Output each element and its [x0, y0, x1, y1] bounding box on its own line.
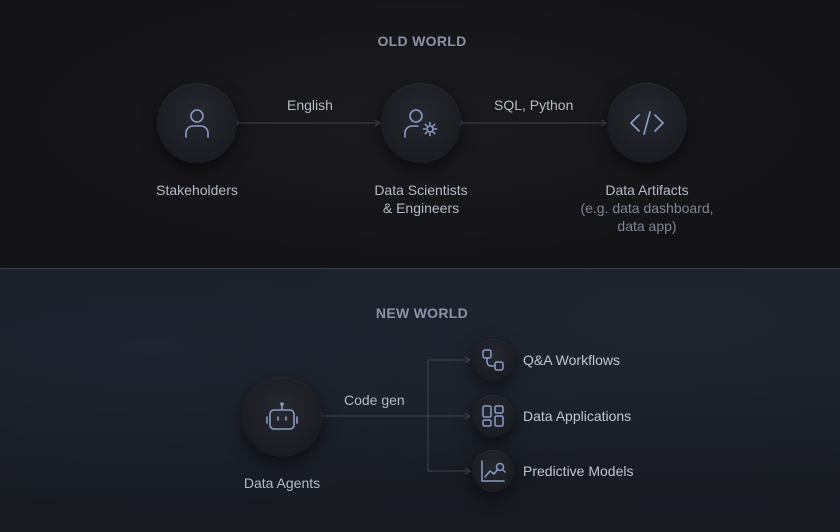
edge-label-english: English — [287, 97, 333, 113]
data-agents-node — [242, 377, 322, 457]
data-agents-label: Data Agents — [243, 475, 321, 491]
data-applications-label: Data Applications — [523, 408, 632, 424]
data-artifacts-label: Data Artifacts (e.g. data dashboard, dat… — [557, 181, 737, 235]
old-world-title: OLD WORLD — [377, 33, 467, 49]
data-scientists-label: Data Scientists & Engineers — [341, 181, 501, 217]
predictive-models-label: Predictive Models — [523, 463, 634, 479]
data-artifacts-node — [607, 83, 687, 163]
edge-label-code-gen: Code gen — [344, 392, 405, 408]
qa-workflows-node — [472, 339, 514, 381]
stakeholders-label: Stakeholders — [156, 182, 238, 198]
connector-lines — [233, 119, 607, 475]
data-applications-node — [472, 395, 514, 437]
predictive-models-node — [472, 450, 514, 492]
robot-icon — [266, 402, 298, 430]
person-icon — [185, 109, 209, 138]
code-icon — [630, 111, 664, 135]
grid-icon — [482, 405, 504, 427]
data-scientists-label-line1: Data Scientists — [374, 182, 468, 198]
data-artifacts-sub-line2: data app) — [617, 218, 677, 234]
data-scientists-node — [381, 83, 461, 163]
stakeholders-node — [157, 83, 237, 163]
data-artifacts-title: Data Artifacts — [605, 182, 689, 198]
chart-icon — [481, 460, 506, 482]
data-scientists-label-line2: & Engineers — [382, 200, 460, 216]
qa-workflows-label: Q&A Workflows — [523, 352, 620, 368]
data-artifacts-sub-line1: (e.g. data dashboard, — [580, 200, 714, 216]
person-gear-icon — [404, 109, 438, 138]
workflow-icon — [482, 349, 504, 371]
new-world-title: NEW WORLD — [375, 305, 469, 321]
edge-label-sql-python: SQL, Python — [494, 97, 574, 113]
